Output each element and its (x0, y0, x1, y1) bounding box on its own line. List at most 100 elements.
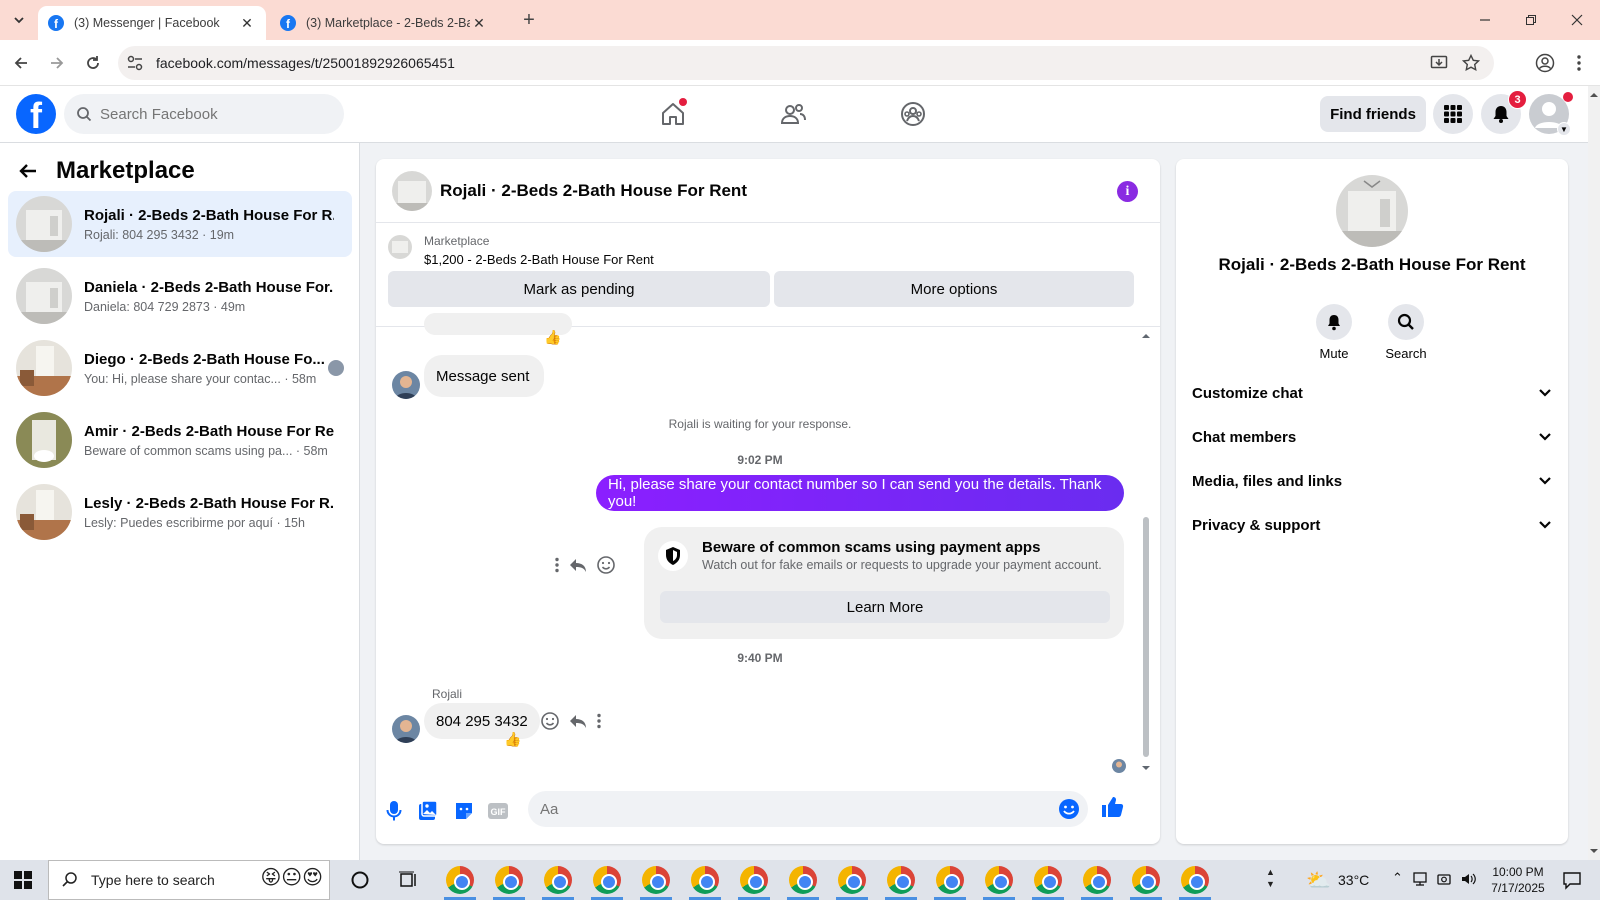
scroll-up-icon[interactable] (1140, 331, 1152, 339)
back-arrow-icon[interactable] (10, 52, 32, 74)
chrome-window-icon[interactable] (1179, 866, 1211, 900)
thumbs-up-reaction-icon[interactable]: 👍 (504, 731, 521, 748)
listing-price[interactable]: $1,200 - 2-Beds 2-Bath House For Rent (424, 252, 654, 267)
chrome-window-icon[interactable] (444, 866, 476, 900)
tab-list-chevron-icon[interactable] (8, 9, 30, 31)
bookmark-star-icon[interactable] (1462, 54, 1480, 72)
groups-nav-button[interactable] (893, 96, 933, 132)
more-options-button[interactable]: More options (774, 271, 1134, 307)
close-tab-icon[interactable]: ✕ (470, 15, 488, 32)
reply-icon[interactable] (568, 556, 588, 574)
task-view-icon[interactable] (398, 870, 418, 890)
system-clock[interactable]: 10:00 PM 7/17/2025 (1486, 864, 1550, 896)
mark-as-pending-button[interactable]: Mark as pending (388, 271, 770, 307)
close-tab-icon[interactable]: ✕ (238, 15, 256, 32)
conversation-avatar[interactable] (1336, 175, 1408, 247)
browser-menu-icon[interactable] (1568, 52, 1590, 74)
chrome-window-icon[interactable] (885, 866, 917, 900)
friends-nav-button[interactable] (773, 96, 813, 132)
chrome-window-icon[interactable] (591, 866, 623, 900)
message-input-box[interactable] (528, 791, 1088, 827)
facebook-search-input[interactable] (100, 105, 320, 123)
message-scrollbar[interactable] (1140, 327, 1152, 777)
conversation-item-diego[interactable]: Diego · 2-Beds 2-Bath House Fo... You: Hi… (8, 335, 352, 401)
page-scrollbar[interactable] (1588, 86, 1600, 860)
chrome-window-icon[interactable] (1130, 866, 1162, 900)
reload-icon[interactable] (82, 52, 104, 74)
close-window-icon[interactable] (1566, 9, 1588, 31)
photo-icon[interactable] (416, 799, 440, 823)
react-emoji-icon[interactable] (596, 555, 616, 575)
sticker-icon[interactable] (452, 799, 476, 823)
emoji-icon[interactable] (1058, 798, 1080, 820)
conversation-item-daniela[interactable]: Daniela · 2-Beds 2-Bath House For... Dani… (8, 263, 352, 329)
info-icon[interactable]: i (1117, 181, 1138, 202)
menu-button[interactable] (1433, 94, 1473, 134)
tab-messenger[interactable]: f (3) Messenger | Facebook ✕ (38, 6, 266, 40)
privacy-support-row[interactable]: Privacy & support (1192, 505, 1552, 545)
chrome-window-icon[interactable] (1032, 866, 1064, 900)
cortana-icon[interactable] (350, 870, 370, 890)
chrome-window-icon[interactable] (493, 866, 525, 900)
thumbs-up-reaction-icon[interactable]: 👍 (544, 329, 561, 346)
conversation-item-lesly[interactable]: Lesly · 2-Beds 2-Bath House For R... Lesl… (8, 479, 352, 545)
notifications-button[interactable]: 3 (1481, 90, 1527, 134)
listing-thumbnail[interactable] (388, 235, 412, 259)
scrollbar-thumb[interactable] (1143, 517, 1149, 757)
account-avatar[interactable]: ▼ (1529, 92, 1573, 136)
profile-icon[interactable] (1534, 52, 1556, 74)
more-vertical-icon[interactable] (554, 557, 560, 573)
taskbar-search-box[interactable]: Type here to search 😝😐😍 (48, 860, 330, 900)
chat-members-row[interactable]: Chat members (1192, 417, 1552, 457)
network-icon[interactable] (1412, 871, 1430, 887)
restore-window-icon[interactable] (1520, 9, 1542, 31)
incoming-message-bubble[interactable]: 804 295 3432 (424, 703, 540, 739)
message-input[interactable] (540, 800, 1040, 818)
sender-avatar[interactable] (392, 371, 420, 399)
chrome-window-icon[interactable] (787, 866, 819, 900)
forward-arrow-icon[interactable] (46, 52, 68, 74)
new-tab-plus-icon[interactable]: + (518, 9, 540, 31)
back-arrow-icon[interactable] (18, 161, 38, 181)
more-vertical-icon[interactable] (596, 713, 602, 729)
conversation-item-amir[interactable]: Amir · 2-Beds 2-Bath House For Re... Bewa… (8, 407, 352, 473)
outgoing-message-bubble[interactable]: Hi, please share your contact number so … (596, 475, 1124, 511)
camera-icon[interactable] (1436, 871, 1452, 887)
find-friends-button[interactable]: Find friends (1320, 96, 1426, 132)
search-action[interactable]: Search (1376, 304, 1436, 361)
temperature[interactable]: 33°C (1338, 872, 1369, 888)
microphone-icon[interactable] (382, 799, 406, 823)
message-list[interactable]: 👍 Message sent Rojali is waiting for you… (376, 313, 1160, 777)
gif-icon[interactable]: GIF (486, 799, 510, 823)
learn-more-button[interactable]: Learn More (660, 591, 1110, 623)
tab-marketplace[interactable]: f (3) Marketplace - 2-Beds 2-Bath ✕ (270, 6, 498, 40)
notification-center-icon[interactable] (1562, 870, 1582, 890)
site-info-icon[interactable] (126, 54, 144, 72)
weather-icon[interactable]: ⛅ (1306, 868, 1331, 893)
chrome-window-icon[interactable] (640, 866, 672, 900)
scroll-down-icon[interactable] (1588, 848, 1600, 856)
scroll-down-icon[interactable] (1140, 765, 1152, 773)
install-app-icon[interactable] (1430, 54, 1448, 72)
message-sent-bubble[interactable]: Message sent (424, 355, 544, 397)
chrome-window-icon[interactable] (836, 866, 868, 900)
facebook-logo-icon[interactable]: f (16, 94, 56, 134)
windows-start-icon[interactable] (14, 871, 32, 889)
chrome-window-icon[interactable] (1081, 866, 1113, 900)
sender-avatar[interactable] (392, 715, 420, 743)
speaker-icon[interactable] (1460, 871, 1478, 887)
scroll-up-icon[interactable] (1588, 90, 1600, 98)
customize-chat-row[interactable]: Customize chat (1192, 373, 1552, 413)
chrome-window-icon[interactable] (983, 866, 1015, 900)
facebook-search-box[interactable] (64, 94, 344, 134)
chrome-window-icon[interactable] (934, 866, 966, 900)
media-files-links-row[interactable]: Media, files and links (1192, 461, 1552, 501)
chat-title[interactable]: Rojali · 2-Beds 2-Bath House For Rent (440, 181, 747, 201)
home-nav-button[interactable] (653, 96, 693, 132)
chrome-window-icon[interactable] (738, 866, 770, 900)
chat-avatar[interactable] (392, 170, 432, 211)
react-emoji-icon[interactable] (540, 711, 560, 731)
conversation-item-rojali[interactable]: Rojali · 2-Beds 2-Bath House For R... Roj… (8, 191, 352, 257)
chrome-window-icon[interactable] (542, 866, 574, 900)
minimize-window-icon[interactable] (1474, 9, 1496, 31)
